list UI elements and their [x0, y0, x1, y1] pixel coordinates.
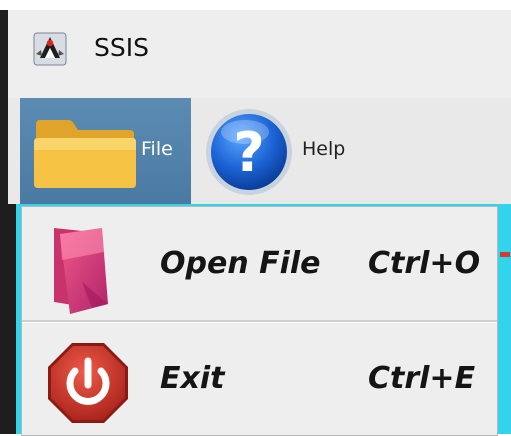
svg-text:?: ?	[233, 121, 264, 184]
menu-item-accelerator: Ctrl+O	[368, 246, 481, 281]
power-icon	[48, 343, 128, 423]
window-frame-edge	[0, 10, 8, 434]
menu-item-accelerator: Ctrl+E	[368, 361, 476, 396]
menu-file-label: File	[141, 138, 173, 160]
open-folder-icon	[54, 228, 108, 314]
file-dropdown-menu: Open File Ctrl+O Exit Ctrl+E	[21, 206, 498, 436]
window-title: SSIS	[94, 33, 149, 62]
content-left-edge	[8, 204, 16, 434]
menu-help-label: Help	[302, 138, 346, 160]
menu-item-label: Open File	[160, 246, 321, 281]
content-red-mark	[500, 252, 510, 257]
folder-icon	[34, 120, 136, 188]
title-bar[interactable]: SSIS	[8, 10, 511, 98]
menu-item-exit[interactable]: Exit Ctrl+E	[22, 325, 497, 435]
menu-separator	[22, 320, 497, 323]
menu-bar: File ? Help	[8, 98, 511, 204]
menu-file[interactable]: File	[20, 98, 191, 204]
menu-item-open-file[interactable]: Open File Ctrl+O	[22, 210, 497, 320]
menu-help[interactable]: ? Help	[191, 98, 366, 204]
help-icon: ?	[206, 109, 292, 195]
app-window: SSIS File ? Help Open File Ctrl+O Exit C…	[8, 10, 511, 436]
menu-item-label: Exit	[160, 361, 225, 396]
java-duke-icon	[33, 32, 67, 66]
